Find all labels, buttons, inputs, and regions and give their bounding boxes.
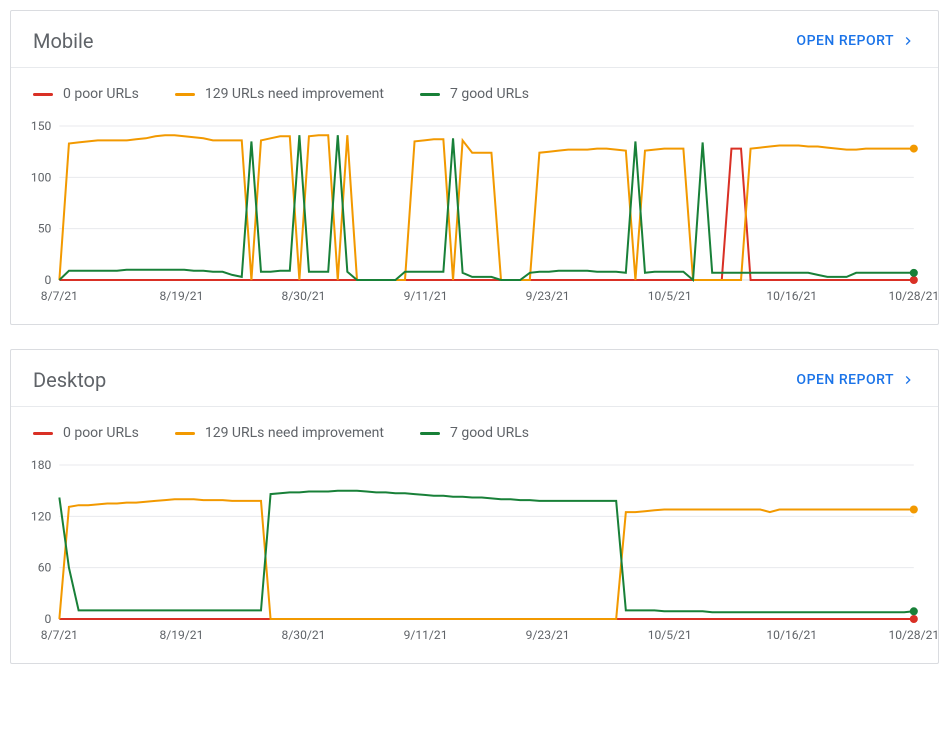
chevron-right-icon [900, 372, 916, 388]
legend-need-label: 129 URLs need improvement [205, 86, 384, 102]
dash-icon [33, 93, 53, 96]
legend-good-label: 7 good URLs [450, 425, 529, 441]
svg-text:10/28/21: 10/28/21 [888, 289, 938, 303]
mobile-title: Mobile [33, 29, 93, 53]
legend-poor: 0 poor URLs [33, 425, 139, 441]
dash-icon [175, 432, 195, 435]
dash-icon [175, 93, 195, 96]
mobile-chart-wrap: 0 50 100 150 8/7/21 8/19/21 8/30/21 9/11/21 9/23… [11, 108, 938, 324]
mobile-panel: Mobile OPEN REPORT 0 poor URLs 129 URLs … [10, 10, 939, 325]
svg-text:9/23/21: 9/23/21 [526, 289, 570, 303]
legend-need: 129 URLs need improvement [175, 425, 384, 441]
svg-text:10/16/21: 10/16/21 [766, 628, 817, 642]
svg-text:8/30/21: 8/30/21 [282, 628, 326, 642]
desktop-panel-header: Desktop OPEN REPORT [11, 350, 938, 407]
svg-text:50: 50 [38, 222, 52, 236]
dash-icon [420, 93, 440, 96]
svg-text:10/5/21: 10/5/21 [648, 289, 692, 303]
mobile-chart: 0 50 100 150 8/7/21 8/19/21 8/30/21 9/11/21 9/23… [11, 116, 938, 306]
legend-good: 7 good URLs [420, 86, 529, 102]
legend-need: 129 URLs need improvement [175, 86, 384, 102]
legend-poor-label: 0 poor URLs [63, 86, 139, 102]
svg-text:9/23/21: 9/23/21 [526, 628, 570, 642]
chevron-right-icon [900, 33, 916, 49]
desktop-chart-wrap: 0 60 120 180 8/7/21 8/19/21 8/30/21 9/11/21 9/23… [11, 447, 938, 663]
desktop-chart: 0 60 120 180 8/7/21 8/19/21 8/30/21 9/11/21 9/23… [11, 455, 938, 645]
desktop-panel: Desktop OPEN REPORT 0 poor URLs 129 URLs… [10, 349, 939, 664]
legend-poor-label: 0 poor URLs [63, 425, 139, 441]
svg-text:8/7/21: 8/7/21 [41, 289, 78, 303]
mobile-open-report-link[interactable]: OPEN REPORT [796, 33, 916, 49]
mobile-legend: 0 poor URLs 129 URLs need improvement 7 … [11, 68, 938, 108]
dash-icon [33, 432, 53, 435]
svg-text:8/19/21: 8/19/21 [159, 289, 203, 303]
legend-good-label: 7 good URLs [450, 86, 529, 102]
svg-text:9/11/21: 9/11/21 [404, 289, 448, 303]
desktop-title: Desktop [33, 368, 106, 392]
svg-text:120: 120 [31, 509, 52, 523]
svg-text:60: 60 [38, 561, 52, 575]
desktop-legend: 0 poor URLs 129 URLs need improvement 7 … [11, 407, 938, 447]
svg-text:9/11/21: 9/11/21 [404, 628, 448, 642]
svg-text:0: 0 [45, 612, 52, 626]
svg-text:8/19/21: 8/19/21 [159, 628, 203, 642]
legend-poor: 0 poor URLs [33, 86, 139, 102]
svg-text:180: 180 [31, 458, 52, 472]
open-report-label: OPEN REPORT [796, 372, 894, 388]
open-report-label: OPEN REPORT [796, 33, 894, 49]
svg-text:150: 150 [31, 119, 52, 133]
legend-need-label: 129 URLs need improvement [205, 425, 384, 441]
svg-text:10/5/21: 10/5/21 [648, 628, 692, 642]
svg-text:100: 100 [31, 170, 52, 184]
svg-text:8/7/21: 8/7/21 [41, 628, 78, 642]
mobile-panel-header: Mobile OPEN REPORT [11, 11, 938, 68]
desktop-open-report-link[interactable]: OPEN REPORT [796, 372, 916, 388]
dash-icon [420, 432, 440, 435]
svg-text:10/28/21: 10/28/21 [888, 628, 938, 642]
legend-good: 7 good URLs [420, 425, 529, 441]
svg-text:0: 0 [45, 273, 52, 287]
svg-text:8/30/21: 8/30/21 [282, 289, 326, 303]
svg-text:10/16/21: 10/16/21 [766, 289, 817, 303]
